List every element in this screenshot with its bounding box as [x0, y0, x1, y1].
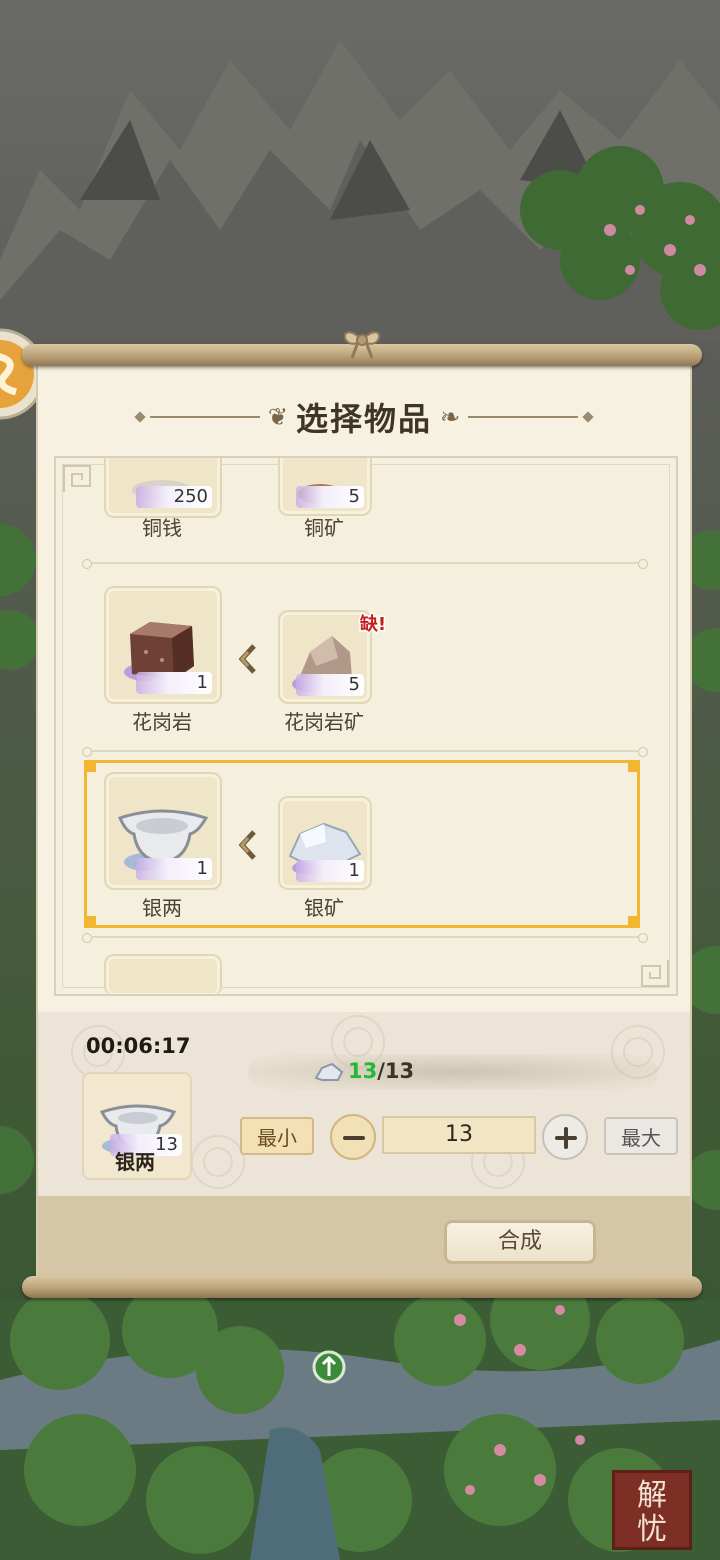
- material-required: /13: [377, 1059, 415, 1083]
- material-requirement: 13/13: [248, 1054, 658, 1090]
- map-marker-icon[interactable]: [312, 1350, 346, 1388]
- output-slot[interactable]: 1: [104, 586, 222, 704]
- row-divider: [82, 932, 648, 943]
- item-quantity: 1: [136, 858, 212, 880]
- item-name: 铜矿: [304, 516, 344, 540]
- knot-ornament-icon: [343, 331, 381, 359]
- silver-ore-icon: [314, 1062, 344, 1081]
- dialog-footer: 合成: [38, 1196, 690, 1282]
- swirl-ornament-icon: ❦: [267, 403, 288, 431]
- dialog-header: ❦ 选择物品 ❧: [38, 392, 690, 442]
- item-name: 花岗岩: [132, 710, 192, 734]
- recipe-row-copper-coin[interactable]: 250 铜钱 5 铜矿: [96, 458, 636, 540]
- minus-icon: [343, 1136, 365, 1140]
- craft-section: 00:06:17 13 银两 13/13 最小 13 最大: [38, 1012, 690, 1196]
- input-slot[interactable]: 5: [278, 458, 372, 516]
- item-name: 银两: [142, 896, 182, 920]
- decrease-button[interactable]: [330, 1114, 376, 1160]
- dialog-paper: ❦ 选择物品 ❧ 250 铜钱 5 铜矿 1 花岗岩 5 缺! 花岗岩矿 1 银…: [36, 362, 692, 1282]
- item-quantity: 250: [136, 486, 212, 508]
- item-name: 花岗岩矿: [284, 710, 364, 734]
- plus-icon-vertical: [564, 1127, 568, 1149]
- item-name: 铜钱: [142, 516, 182, 540]
- amount-input[interactable]: 13: [382, 1116, 536, 1154]
- material-count: 13/13: [348, 1059, 414, 1083]
- item-name: 银矿: [304, 896, 344, 920]
- recipe-row-granite[interactable]: 1 花岗岩 5 缺! 花岗岩矿: [96, 586, 636, 746]
- min-button[interactable]: 最小: [240, 1117, 314, 1155]
- increase-button[interactable]: [542, 1114, 588, 1160]
- recipe-list[interactable]: 250 铜钱 5 铜矿 1 花岗岩 5 缺! 花岗岩矿 1 银两 1 银矿: [54, 456, 678, 996]
- next-row-peek: [104, 954, 222, 994]
- missing-badge-text: 缺!: [359, 613, 386, 635]
- row-divider: [82, 746, 648, 757]
- recipe-row-silver[interactable]: 1 银两 1 银矿: [96, 772, 636, 932]
- missing-badge-icon: 缺!: [357, 612, 387, 637]
- swirl-ornament-icon: ❧: [440, 403, 461, 431]
- item-quantity: 5: [296, 674, 364, 696]
- corner-ornament-icon: [63, 465, 91, 492]
- dialog-title: 选择物品: [295, 400, 432, 438]
- craft-item-name: 银两: [115, 1150, 155, 1174]
- max-button[interactable]: 最大: [604, 1117, 678, 1155]
- material-current: 13: [348, 1059, 378, 1083]
- title-ornament-right: [468, 416, 579, 418]
- craft-timer: 00:06:17: [86, 1034, 191, 1058]
- seal-stamp: 解忧: [612, 1470, 692, 1550]
- item-quantity: 1: [136, 672, 212, 694]
- craft-button[interactable]: 合成: [444, 1220, 596, 1264]
- row-divider: [82, 558, 648, 569]
- arrow-left-icon: [238, 830, 256, 860]
- title-ornament-left: [149, 416, 260, 418]
- scroll-rod-bottom: [22, 1276, 702, 1298]
- select-item-dialog: ❦ 选择物品 ❧ 250 铜钱 5 铜矿 1 花岗岩 5 缺! 花岗岩矿 1 银…: [22, 320, 702, 1310]
- arrow-left-icon: [238, 644, 256, 674]
- item-quantity: 1: [296, 860, 364, 882]
- corner-ornament-icon: [641, 960, 669, 987]
- output-slot[interactable]: 250: [104, 458, 222, 518]
- item-quantity: 5: [296, 486, 364, 508]
- output-slot[interactable]: 1: [104, 772, 222, 890]
- input-slot[interactable]: 1: [278, 796, 372, 890]
- seal-text: 解忧: [637, 1478, 667, 1547]
